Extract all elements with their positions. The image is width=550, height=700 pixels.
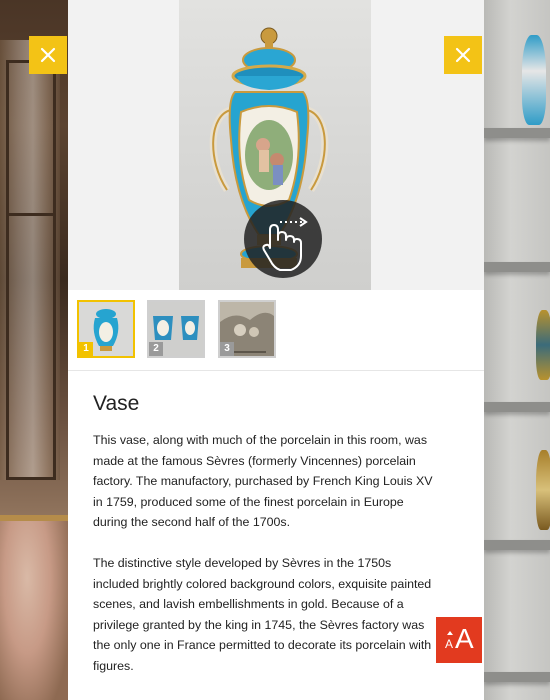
- background-shelf: [484, 672, 550, 682]
- background-vase: [536, 450, 550, 530]
- font-size-up-arrow: [447, 631, 453, 635]
- artwork-title: Vase: [93, 392, 140, 415]
- background-vase: [522, 35, 546, 125]
- background-shelf: [484, 402, 550, 412]
- background-vase: [536, 310, 550, 380]
- thumbnail-number: 2: [149, 342, 163, 356]
- thumbnail-number: 3: [220, 342, 234, 356]
- swipe-hint[interactable]: [244, 200, 322, 278]
- close-button[interactable]: [444, 36, 482, 74]
- background-armchair: [0, 515, 68, 700]
- font-size-large-glyph: A: [455, 623, 474, 654]
- artwork-detail-panel: 1 2 3 Vase This vase, along with much of…: [68, 0, 484, 700]
- background-window-frame: [6, 60, 56, 480]
- thumbnail-3[interactable]: 3: [218, 300, 276, 358]
- thumbnail-number: 1: [79, 342, 93, 356]
- background-shelf: [484, 128, 550, 138]
- font-size-icon: A A: [436, 617, 482, 663]
- close-icon: [455, 47, 471, 63]
- background-shelf: [484, 540, 550, 550]
- description-paragraph: This vase, along with much of the porcel…: [93, 433, 433, 530]
- font-size-button[interactable]: A A: [436, 617, 482, 663]
- image-thumbnail-strip: 1 2 3: [68, 290, 484, 371]
- description-paragraph: The distinctive style developed by Sèvre…: [93, 555, 432, 673]
- artwork-description: Vase This vase, along with much of the p…: [93, 392, 438, 697]
- artwork-hero: [68, 0, 484, 290]
- swipe-hand-icon: [262, 217, 308, 271]
- background-shelf: [484, 262, 550, 272]
- background-room-left: [0, 0, 68, 700]
- thumbnail-2[interactable]: 2: [147, 300, 205, 358]
- background-display-shelves: [484, 0, 550, 700]
- close-icon: [40, 47, 56, 63]
- thumbnail-1[interactable]: 1: [77, 300, 135, 358]
- font-size-small-glyph: A: [445, 637, 454, 651]
- close-button[interactable]: [29, 36, 67, 74]
